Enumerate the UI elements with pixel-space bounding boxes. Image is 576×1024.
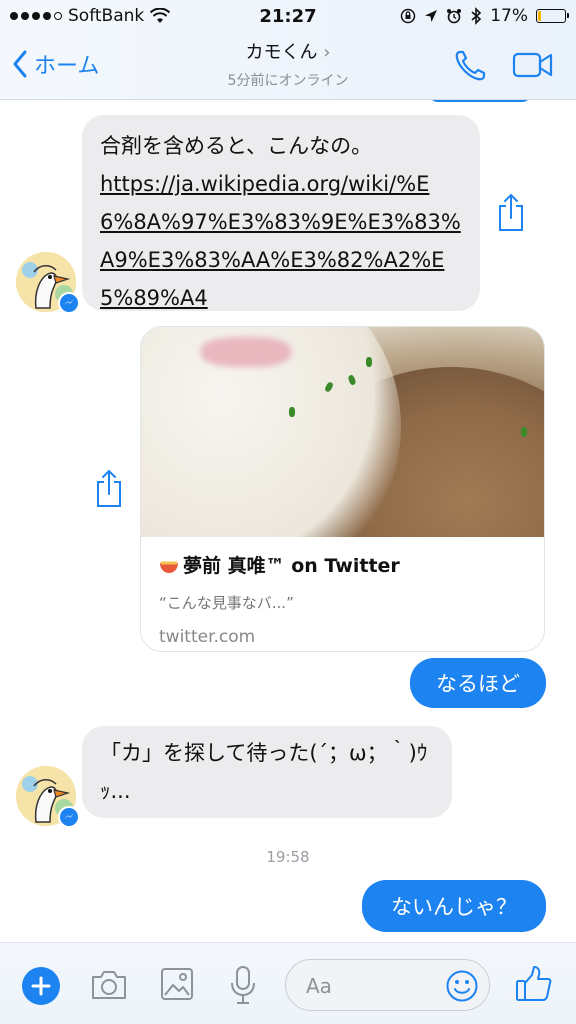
- photo-gallery-icon[interactable]: [160, 967, 194, 1001]
- link-preview-domain: twitter.com: [159, 627, 256, 647]
- emoji-icon[interactable]: [445, 969, 479, 1003]
- message-timestamp: 19:58: [266, 848, 310, 866]
- message-input-container[interactable]: [285, 959, 490, 1011]
- conversation-header: ホーム カモくん › 5分前にオンライン: [0, 32, 576, 100]
- message-text: 「カ」を探して待った(´；ω；｀)ｳｯ...: [100, 741, 428, 803]
- chevron-right-icon: ›: [323, 42, 331, 63]
- message-link[interactable]: https://ja.wikipedia.org/wiki/%E6%8A%97%…: [100, 165, 462, 317]
- battery-fill: [538, 11, 541, 21]
- microphone-icon[interactable]: [228, 965, 258, 1005]
- avatar[interactable]: [16, 252, 80, 314]
- clock: 21:27: [259, 5, 317, 27]
- status-left: SoftBank: [10, 6, 171, 26]
- message-list[interactable]: 合剤を含めると、こんなの。 https://ja.wikipedia.org/w…: [0, 100, 576, 942]
- thumbs-up-icon[interactable]: [514, 964, 554, 1004]
- messenger-badge-icon: [58, 806, 80, 828]
- share-icon[interactable]: [496, 192, 526, 232]
- avatar[interactable]: [16, 766, 80, 828]
- incoming-message-bubble[interactable]: 合剤を含めると、こんなの。 https://ja.wikipedia.org/w…: [82, 115, 480, 311]
- messenger-badge-icon: [58, 292, 80, 314]
- previous-message-bubble: [428, 100, 532, 102]
- link-preview-card[interactable]: 夢前 真唯™ on Twitter “こんな見事なバ...” twitter.c…: [140, 326, 545, 652]
- outgoing-message-bubble[interactable]: ないんじゃ？: [362, 880, 546, 932]
- status-bar: SoftBank 21:27 17%: [0, 0, 576, 32]
- status-right: 17%: [400, 6, 569, 26]
- carrier-label: SoftBank: [68, 6, 145, 26]
- camera-icon[interactable]: [90, 969, 128, 1001]
- battery-percent: 17%: [490, 6, 528, 26]
- contact-title[interactable]: カモくん › 5分前にオンライン: [0, 38, 576, 90]
- contact-name: カモくん: [245, 42, 318, 63]
- video-call-icon[interactable]: [512, 50, 554, 80]
- message-text: ないんじゃ？: [391, 895, 517, 919]
- message-input[interactable]: [306, 972, 426, 1000]
- location-icon: [425, 10, 438, 22]
- wifi-icon: [150, 8, 171, 23]
- link-preview-title: 夢前 真唯™ on Twitter: [183, 555, 400, 577]
- contact-name-row: カモくん ›: [0, 38, 576, 64]
- more-actions-button[interactable]: [22, 967, 60, 1005]
- ramen-bowl-icon: [159, 557, 179, 573]
- phone-call-icon[interactable]: [452, 48, 488, 84]
- link-preview-body: 夢前 真唯™ on Twitter “こんな見事なバ...” twitter.c…: [141, 537, 544, 651]
- outgoing-message-bubble[interactable]: なるほど: [410, 658, 546, 708]
- alarm-icon: [447, 9, 462, 24]
- message-text: なるほど: [436, 672, 520, 696]
- link-preview-description: “こんな見事なバ...”: [159, 594, 294, 612]
- bluetooth-icon: [471, 7, 482, 25]
- signal-strength-icon: [10, 12, 62, 20]
- message-text: 合剤を含めると、こんなの。: [100, 134, 373, 158]
- plus-icon: [31, 976, 51, 996]
- link-preview-title-row: 夢前 真唯™ on Twitter: [159, 551, 526, 578]
- battery-icon: [536, 9, 569, 23]
- incoming-message-bubble[interactable]: 「カ」を探して待った(´；ω；｀)ｳｯ...: [82, 726, 452, 818]
- share-icon[interactable]: [94, 468, 124, 508]
- contact-status: 5分前にオンライン: [227, 73, 349, 89]
- composer-bar: [0, 942, 576, 1024]
- link-preview-image: [141, 327, 544, 537]
- rotation-lock-icon: [400, 8, 416, 24]
